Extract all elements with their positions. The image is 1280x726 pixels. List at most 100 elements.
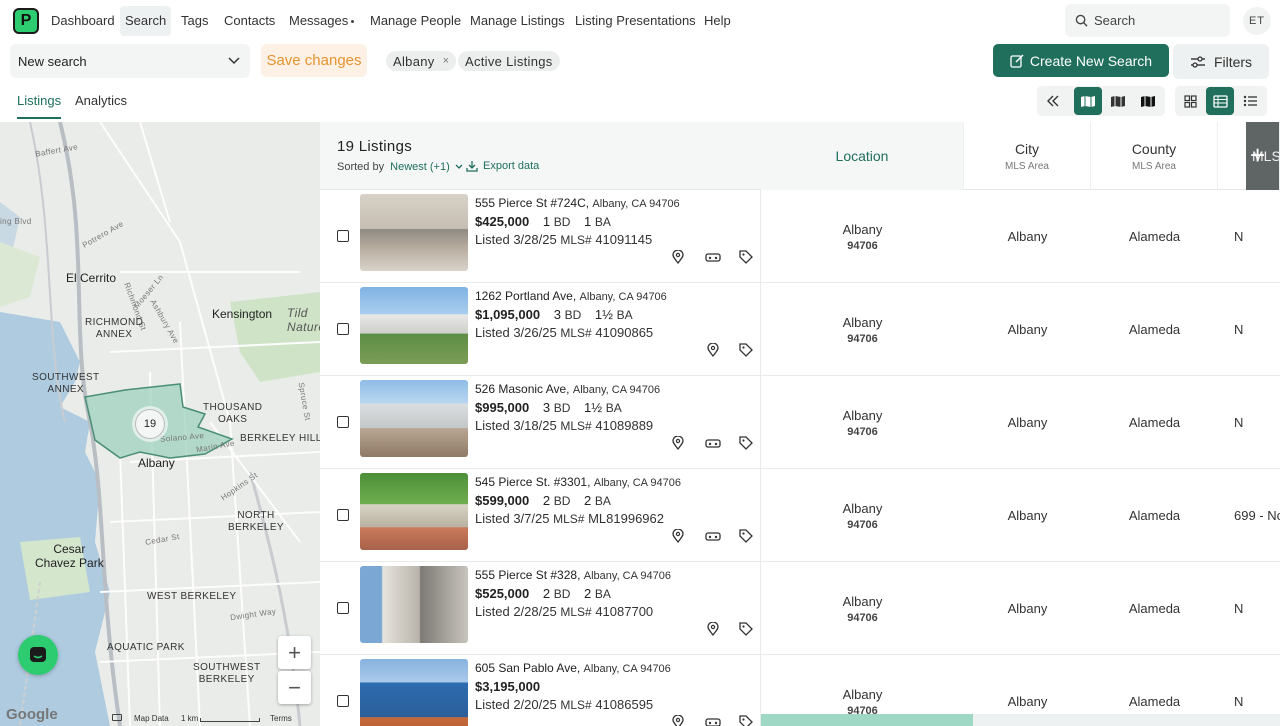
listing-photo[interactable] — [360, 659, 468, 726]
add-column-icon[interactable]: + — [1250, 142, 1265, 168]
map-label-berkeley-hills: BERKELEY HILLS — [240, 433, 320, 444]
view-grid-button[interactable] — [1176, 87, 1204, 115]
listing-photo[interactable] — [360, 473, 468, 550]
tag-icon[interactable] — [739, 529, 753, 543]
horizontal-scrollbar-track[interactable] — [973, 714, 1280, 726]
listing-address[interactable]: 555 Pierce St #328, Albany, CA 94706 — [475, 568, 671, 582]
nav-dashboard[interactable]: Dashboard — [46, 6, 120, 36]
filter-chip-albany[interactable]: Albany × — [386, 51, 457, 71]
listing-cluster-marker[interactable]: 19 — [135, 409, 165, 439]
tag-icon[interactable] — [739, 715, 753, 726]
close-icon[interactable]: × — [443, 55, 450, 67]
google-logo: Google — [6, 706, 58, 723]
row-checkbox[interactable] — [337, 695, 349, 707]
listing-address[interactable]: 605 San Pablo Ave, Albany, CA 94706 — [475, 661, 671, 675]
map-icon — [1111, 95, 1125, 107]
listing-date-mls: Listed 3/26/25 MLS# 41090865 — [475, 325, 654, 340]
map-label-southwest-annex: SOUTHWEST ANNEX — [32, 372, 100, 395]
tab-listings[interactable]: Listings — [17, 93, 62, 119]
nav-tags[interactable]: Tags — [176, 6, 213, 36]
filter-chip-active-listings[interactable]: Active Listings — [458, 51, 560, 71]
nav-contacts[interactable]: Contacts — [219, 6, 280, 36]
listing-photo[interactable] — [360, 287, 468, 364]
column-header-city[interactable]: City MLS Area — [964, 122, 1091, 190]
map-panel[interactable]: Baffert Ave Potrero Ave ing Blvd El Cerr… — [0, 122, 320, 726]
column-header-county[interactable]: County MLS Area — [1091, 122, 1218, 190]
view-half-map-button[interactable] — [1104, 87, 1132, 115]
keyboard-icon[interactable] — [112, 714, 122, 721]
tag-icon[interactable] — [739, 622, 753, 636]
map-data-link[interactable]: Map Data — [134, 714, 169, 723]
tag-icon[interactable] — [739, 250, 753, 264]
cell-city: Albany — [1007, 322, 1048, 337]
cell-location: Albany 94706 — [842, 221, 883, 252]
nav-search[interactable]: Search — [120, 6, 172, 36]
view-full-map-button[interactable] — [1134, 87, 1162, 115]
nav-manage-people[interactable]: Manage People — [365, 6, 466, 36]
parking-icon[interactable] — [705, 715, 721, 726]
row-checkbox[interactable] — [337, 230, 349, 242]
saved-search-select[interactable]: New search — [10, 44, 250, 78]
listing-row[interactable]: 555 Pierce St #328, Albany, CA 94706 $52… — [320, 562, 1280, 655]
cell-location: Albany 94706 — [842, 314, 883, 345]
row-checkbox[interactable] — [337, 323, 349, 335]
nav-help[interactable]: Help — [699, 6, 736, 36]
listing-row[interactable]: 555 Pierce St #724C, Albany, CA 94706 $4… — [320, 190, 1280, 283]
map-label-cesar-chavez-park: Cesar Chavez Park — [35, 542, 104, 570]
view-list-map-button[interactable] — [1074, 87, 1102, 115]
sort-control[interactable]: Sorted by Newest (+1) — [337, 161, 463, 173]
view-table-button[interactable] — [1206, 87, 1234, 115]
chat-support-button[interactable] — [18, 635, 58, 675]
map-scale-label: 1 km — [181, 714, 199, 723]
nav-listing-presentations[interactable]: Listing Presentations — [570, 6, 701, 36]
row-checkbox[interactable] — [337, 509, 349, 521]
sort-value[interactable]: Newest (+1) — [390, 161, 450, 173]
user-avatar[interactable]: ET — [1243, 7, 1271, 35]
save-changes-button[interactable]: Save changes — [261, 44, 367, 77]
parking-icon[interactable] — [705, 436, 721, 450]
filters-button[interactable]: Filters — [1173, 44, 1269, 79]
map-pin-icon[interactable] — [706, 622, 720, 636]
listing-photo[interactable] — [360, 194, 468, 271]
horizontal-scrollbar-thumb[interactable] — [761, 714, 973, 726]
map-pin-icon[interactable] — [671, 250, 685, 264]
map-pin-icon[interactable] — [671, 715, 685, 726]
row-checkbox[interactable] — [337, 602, 349, 614]
listing-address[interactable]: 555 Pierce St #724C, Albany, CA 94706 — [475, 196, 680, 210]
map-pin-icon[interactable] — [671, 436, 685, 450]
zoom-out-button[interactable]: − — [278, 671, 311, 704]
cell-county: Alameda — [1128, 601, 1181, 616]
grid-icon — [1183, 94, 1197, 108]
create-new-search-button[interactable]: Create New Search — [993, 44, 1169, 77]
listing-address[interactable]: 1262 Portland Ave, Albany, CA 94706 — [475, 289, 667, 303]
listing-address[interactable]: 526 Masonic Ave, Albany, CA 94706 — [475, 382, 660, 396]
view-list-button[interactable] — [1236, 87, 1264, 115]
nav-messages[interactable]: Messages — [284, 6, 359, 36]
map-pin-icon[interactable] — [706, 343, 720, 357]
cell-mls-area: N — [1234, 601, 1244, 616]
export-data-link[interactable]: Export data — [466, 160, 539, 172]
listing-row[interactable]: 526 Masonic Ave, Albany, CA 94706 $995,0… — [320, 376, 1280, 469]
map-icon — [1081, 95, 1095, 107]
listing-photo[interactable] — [360, 566, 468, 643]
listing-address[interactable]: 545 Pierce St. #3301, Albany, CA 94706 — [475, 475, 681, 489]
saved-search-value: New search — [18, 53, 87, 69]
row-checkbox[interactable] — [337, 416, 349, 428]
zoom-in-button[interactable]: + — [278, 636, 311, 669]
parking-icon[interactable] — [705, 529, 721, 543]
column-header-location[interactable]: Location — [761, 122, 964, 190]
parking-icon[interactable] — [705, 250, 721, 264]
tag-icon[interactable] — [739, 436, 753, 450]
app-logo[interactable]: P — [13, 8, 39, 34]
listing-row[interactable]: 545 Pierce St. #3301, Albany, CA 94706 $… — [320, 469, 1280, 562]
tab-analytics[interactable]: Analytics — [75, 93, 127, 119]
collapse-panel-button[interactable] — [1039, 87, 1067, 115]
listing-row[interactable]: 1262 Portland Ave, Albany, CA 94706 $1,0… — [320, 283, 1280, 376]
map-terms-link[interactable]: Terms — [270, 714, 292, 723]
cell-city: Albany — [1007, 601, 1048, 616]
listing-photo[interactable] — [360, 380, 468, 457]
nav-manage-listings[interactable]: Manage Listings — [465, 6, 570, 36]
tag-icon[interactable] — [739, 343, 753, 357]
global-search-input[interactable]: Search — [1065, 4, 1230, 37]
map-pin-icon[interactable] — [671, 529, 685, 543]
